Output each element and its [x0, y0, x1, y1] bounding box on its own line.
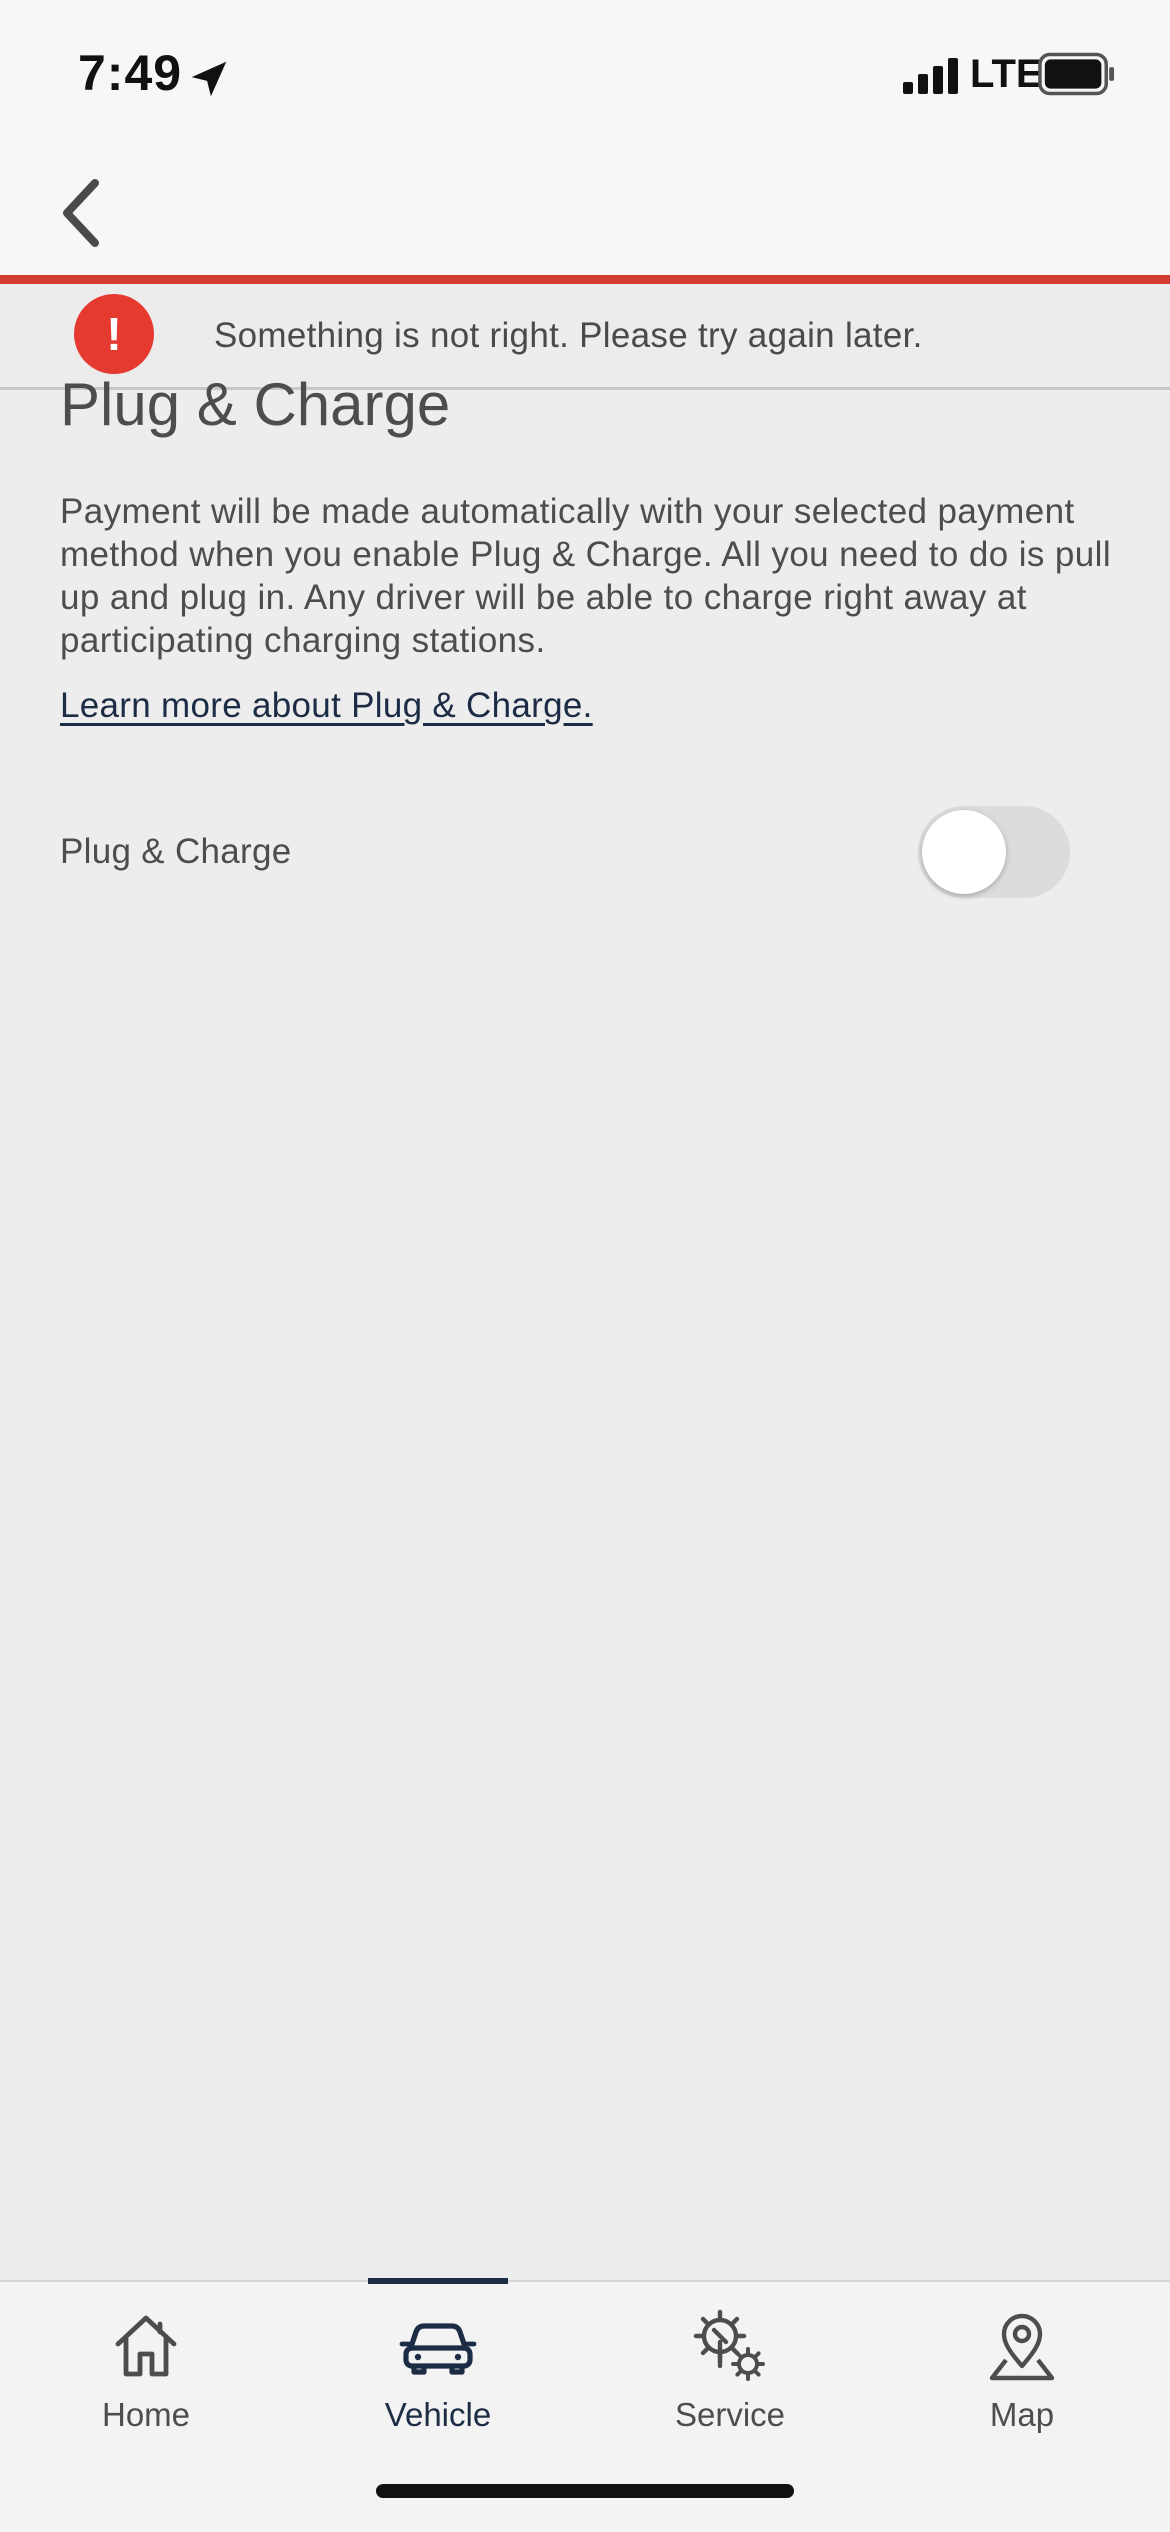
- tab-label: Map: [989, 2396, 1055, 2433]
- chevron-left-icon: [63, 179, 99, 247]
- battery-icon: [1038, 52, 1115, 96]
- home-icon: [115, 2315, 177, 2377]
- tab-vehicle[interactable]: Vehicle: [292, 2282, 584, 2452]
- tab-label: Home: [101, 2396, 191, 2433]
- nav-header: [0, 150, 1170, 275]
- screen: 7:49 LTE ! Something is not right. Pleas…: [0, 0, 1170, 2532]
- cellular-signal-icon: [903, 58, 958, 94]
- learn-more-link[interactable]: Learn more about Plug & Charge.: [60, 686, 593, 726]
- exclamation-icon: !: [74, 294, 154, 374]
- description-text: Payment will be made automatically with …: [60, 492, 1112, 660]
- service-gears-icon: [693, 2309, 765, 2381]
- page-title: Plug & Charge: [60, 371, 451, 438]
- location-arrow-icon: [191, 61, 227, 97]
- car-icon: [399, 2323, 477, 2375]
- error-message: Something is not right. Please try again…: [214, 316, 923, 355]
- error-accent-bar: [0, 275, 1170, 284]
- toggle-knob: [922, 810, 1006, 894]
- tab-service[interactable]: Service: [584, 2282, 876, 2452]
- tab-home[interactable]: Home: [0, 2282, 292, 2452]
- status-time: 7:49: [78, 45, 183, 101]
- plug-and-charge-toggle[interactable]: [918, 806, 1070, 898]
- map-pin-icon: [989, 2313, 1055, 2381]
- tab-label: Vehicle: [384, 2396, 492, 2433]
- status-bar: 7:49 LTE: [0, 0, 1170, 150]
- network-label: LTE: [970, 52, 1043, 96]
- home-indicator: [376, 2484, 794, 2498]
- plug-and-charge-setting-row: Plug & Charge: [0, 800, 1170, 910]
- tab-label: Service: [674, 2396, 786, 2433]
- setting-label: Plug & Charge: [60, 832, 292, 871]
- back-button[interactable]: [36, 168, 126, 258]
- tab-map[interactable]: Map: [876, 2282, 1168, 2452]
